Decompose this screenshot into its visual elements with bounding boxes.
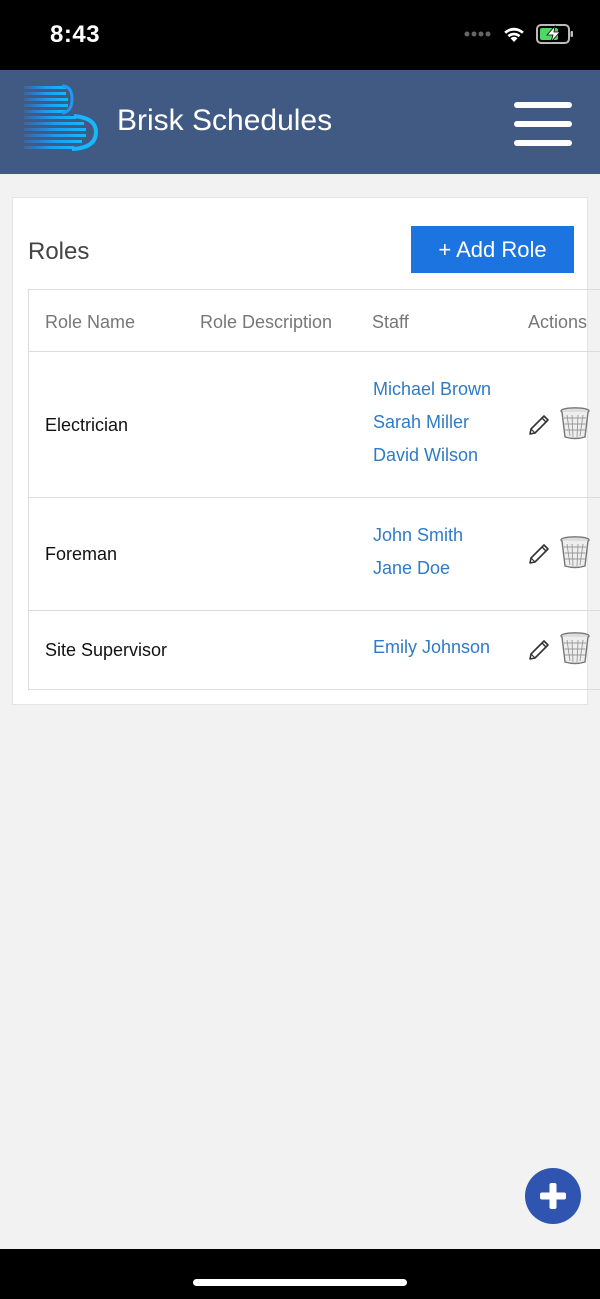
staff-link[interactable]: Jane Doe	[373, 558, 450, 579]
home-bar-area	[0, 1249, 600, 1299]
pencil-edit-icon[interactable]	[527, 636, 553, 662]
header-role-description: Role Description	[200, 312, 333, 332]
trash-can-icon[interactable]	[559, 406, 591, 440]
plus-icon	[540, 1183, 566, 1209]
staff-link[interactable]: Emily Johnson	[373, 637, 490, 658]
divider	[29, 351, 600, 352]
status-time: 8:43	[50, 21, 101, 48]
header-role-name: Role Name	[45, 312, 136, 332]
battery-charging-icon	[536, 24, 573, 44]
signal-dots-icon	[464, 31, 491, 37]
staff-link[interactable]: Sarah Miller	[373, 412, 469, 433]
divider	[29, 497, 600, 498]
role-name-cell: Foreman	[45, 544, 118, 564]
staff-link[interactable]: David Wilson	[373, 445, 478, 466]
roles-table: Role Name Role Description Staff Actions…	[28, 289, 600, 690]
trash-can-icon[interactable]	[559, 631, 591, 665]
status-bar: 8:43	[0, 0, 600, 70]
add-fab-button[interactable]	[525, 1168, 581, 1224]
staff-link[interactable]: Michael Brown	[373, 379, 491, 400]
page-title: Roles	[28, 238, 90, 265]
trash-can-icon[interactable]	[559, 535, 591, 569]
header-staff: Staff	[372, 312, 409, 332]
status-icons	[464, 24, 574, 44]
staff-link[interactable]: John Smith	[373, 525, 463, 546]
pencil-edit-icon[interactable]	[527, 411, 553, 437]
hamburger-menu-icon[interactable]	[514, 102, 572, 148]
roles-card: Roles + Add Role Role Name Role Descript…	[12, 197, 600, 705]
home-indicator[interactable]	[193, 1279, 407, 1286]
role-name-cell: Site Supervisor	[45, 640, 168, 660]
add-role-button[interactable]: + Add Role	[411, 226, 574, 273]
header-actions: Actions	[528, 312, 588, 332]
wifi-icon	[504, 27, 524, 42]
divider	[29, 610, 600, 611]
brisk-logo-icon	[24, 84, 98, 151]
app-title: Brisk Schedules	[117, 104, 333, 137]
role-name-cell: Electrician	[45, 415, 129, 435]
pencil-edit-icon[interactable]	[527, 540, 553, 566]
app-header: Brisk Schedules	[0, 70, 600, 174]
